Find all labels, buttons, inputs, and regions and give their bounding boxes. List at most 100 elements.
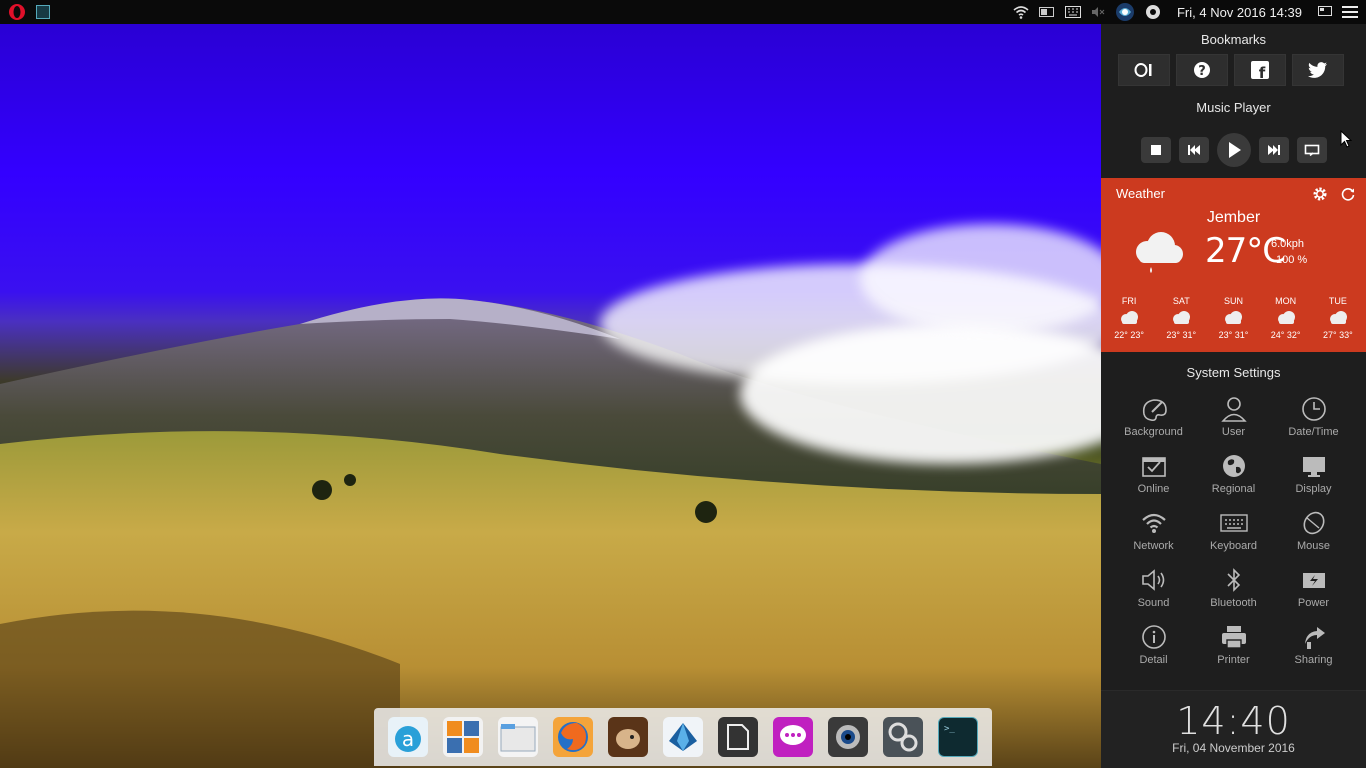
setting-label: Printer [1217, 654, 1250, 666]
setting-regional[interactable]: Regional [1194, 451, 1274, 508]
cloud-icon [1104, 309, 1154, 327]
refresh-icon[interactable] [1340, 186, 1356, 207]
notes-icon[interactable] [718, 717, 758, 757]
skype-icon[interactable] [1145, 4, 1161, 20]
clock-time: 14:40 [1176, 699, 1291, 743]
bookmarks-row: ? f [1101, 54, 1366, 86]
forecast-day-label: MON [1275, 296, 1297, 306]
music-player-title: Music Player [1196, 100, 1271, 115]
svg-text:>_: >_ [944, 724, 955, 734]
mute-icon[interactable] [1091, 6, 1105, 18]
setting-label: Sharing [1294, 654, 1333, 666]
clock-widget: 14:40 Fri, 04 November 2016 [1101, 690, 1366, 768]
screen-icon[interactable] [1318, 6, 1332, 18]
setting-sound[interactable]: Sound [1114, 565, 1194, 622]
forecast-range: 23° 31° [1166, 330, 1197, 340]
app-icon[interactable] [607, 717, 648, 757]
facebook-bookmark-button[interactable]: f [1234, 54, 1286, 86]
cloud-rain-icon [1129, 230, 1185, 281]
weather-title: Weather [1116, 186, 1165, 201]
weather-forecast: FRI 22° 23° SAT 23° 31° SUN 23° 31° MON … [1101, 296, 1366, 340]
user-icon [1219, 394, 1249, 424]
battery-icon [1299, 565, 1329, 595]
settings-icon[interactable] [883, 717, 924, 757]
setting-sharing[interactable]: Sharing [1274, 622, 1354, 679]
clock-date: Fri, 04 November 2016 [1172, 741, 1295, 755]
gear-icon[interactable] [1312, 186, 1328, 207]
cloud-icon [1208, 309, 1258, 327]
clock-icon [1299, 394, 1329, 424]
setting-online[interactable]: Online [1114, 451, 1194, 508]
firefox-icon[interactable] [552, 717, 593, 757]
forecast-day-label: FRI [1121, 296, 1137, 306]
setting-mouse[interactable]: Mouse [1274, 508, 1354, 565]
stop-button[interactable] [1140, 137, 1171, 163]
printer-icon [1219, 622, 1249, 652]
next-button[interactable] [1258, 137, 1289, 163]
previous-button[interactable] [1178, 137, 1209, 163]
setting-label: Detail [1139, 654, 1168, 666]
terminal-icon[interactable]: >_ [938, 717, 979, 757]
wifi-icon[interactable] [1013, 5, 1029, 19]
setting-keyboard[interactable]: Keyboard [1194, 508, 1274, 565]
setting-label: Network [1133, 540, 1174, 552]
top-bar: Fri, 4 Nov 2016 14:39 [0, 0, 1366, 24]
opera-bookmark-button[interactable] [1118, 54, 1170, 86]
setting-display[interactable]: Display [1274, 451, 1354, 508]
forecast-day: TUE 27° 33° [1313, 296, 1363, 340]
play-button[interactable] [1216, 133, 1251, 167]
monitor-icon [1299, 451, 1329, 481]
opera-icon[interactable] [8, 3, 26, 21]
battery-icon[interactable] [1038, 7, 1055, 17]
bookmarks-title: Bookmarks [1200, 32, 1267, 47]
svg-text:a: a [401, 727, 413, 751]
setting-background[interactable]: Background [1114, 394, 1194, 451]
help-bookmark-button[interactable]: ? [1176, 54, 1228, 86]
dock: a >_ [374, 708, 992, 766]
files-icon[interactable] [497, 717, 538, 757]
weather-wind: 6.0kph [1271, 238, 1305, 250]
messenger-icon[interactable] [773, 717, 814, 757]
setting-bluetooth[interactable]: Bluetooth [1194, 565, 1274, 622]
forecast-day: SUN 23° 31° [1208, 296, 1258, 340]
setting-network[interactable]: Network [1114, 508, 1194, 565]
webcam-icon[interactable] [828, 717, 869, 757]
share-icon [1299, 622, 1329, 652]
keyboard-icon[interactable] [1064, 6, 1081, 18]
setting-power[interactable]: Power [1274, 565, 1354, 622]
calculator-icon[interactable] [442, 717, 483, 757]
twitter-bookmark-button[interactable] [1292, 54, 1344, 86]
app-icon-2[interactable] [662, 717, 703, 757]
app-center-icon[interactable]: a [387, 717, 428, 757]
setting-label: Mouse [1296, 540, 1331, 552]
checkbox-icon [1139, 451, 1169, 481]
setting-label: Sound [1137, 597, 1170, 609]
repeat-button[interactable] [1296, 137, 1327, 163]
globe-icon [1219, 451, 1249, 481]
setting-label: Keyboard [1209, 540, 1258, 552]
forecast-day: SAT 23° 31° [1156, 296, 1206, 340]
setting-datetime[interactable]: Date/Time [1274, 394, 1354, 451]
setting-label: Display [1295, 483, 1332, 495]
setting-label: Background [1124, 426, 1183, 438]
setting-printer[interactable]: Printer [1194, 622, 1274, 679]
setting-label: Regional [1211, 483, 1256, 495]
topbar-datetime[interactable]: Fri, 4 Nov 2016 14:39 [1177, 5, 1302, 20]
cloud-icon [1313, 309, 1363, 327]
keyboard-icon [1219, 508, 1249, 538]
terminal-icon[interactable] [36, 5, 50, 19]
cloud-icon [1156, 309, 1206, 327]
forecast-range: 22° 23° [1114, 330, 1144, 340]
setting-label: User [1221, 426, 1246, 438]
system-settings-title: System Settings [1186, 365, 1281, 380]
weather-city: Jember [1206, 209, 1261, 226]
svg-text:?: ? [1198, 64, 1206, 79]
menu-icon[interactable] [1342, 5, 1358, 19]
forecast-range: 23° 31° [1218, 330, 1249, 340]
setting-detail[interactable]: Detail [1114, 622, 1194, 679]
forecast-range: 24° 32° [1270, 330, 1301, 340]
cloud-icon [1261, 309, 1311, 327]
setting-user[interactable]: User [1194, 394, 1274, 451]
steam-icon[interactable] [1115, 2, 1135, 22]
palette-icon [1139, 394, 1169, 424]
